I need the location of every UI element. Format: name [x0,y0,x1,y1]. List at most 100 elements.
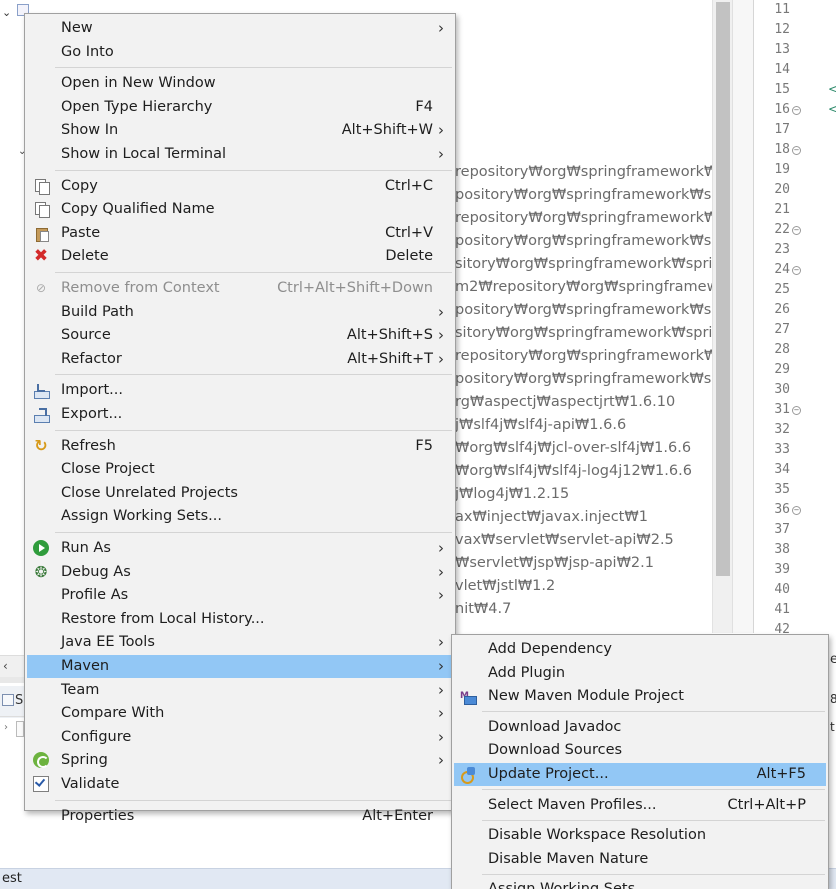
menu-item-validate[interactable]: Validate [27,773,453,796]
menu-item-copy-qualified-name[interactable]: Copy Qualified Name [27,198,453,221]
panel-divider[interactable] [0,677,24,683]
line-number: 15 [774,82,790,97]
menu-item-open-type-hierarchy[interactable]: Open Type Hierarchy F4 [27,96,453,119]
submenu-arrow-icon: › [438,586,444,605]
menu-separator [482,873,825,875]
classpath-line: pository₩org₩springframework₩sprin [455,233,712,249]
fold-toggle-icon[interactable]: − [792,506,801,515]
editor-vertical-scrollbar[interactable] [712,0,732,633]
line-number: 22 [774,222,790,237]
menu-item-restore-from-local-history[interactable]: Restore from Local History... [27,608,453,631]
classpath-line: sitory₩org₩springframework₩spring- [455,325,712,341]
horizontal-scrollbar[interactable]: ‹ [0,655,24,677]
expand-chevron-icon[interactable]: ⌄ [2,6,11,19]
menu-item-add-dependency[interactable]: Add Dependency [454,638,826,661]
menu-item-label: Assign Working Sets... [61,508,223,525]
submenu-arrow-icon: › [438,562,444,581]
menu-item-run-as[interactable]: Run As › [27,537,453,560]
menu-item-shortcut: F5 [415,437,433,454]
menu-item-label: New Maven Module Project [488,688,684,705]
menu-item-import[interactable]: Import... [27,379,453,402]
menu-item-assign-working-sets[interactable]: Assign Working Sets... [454,878,826,889]
menu-item-properties[interactable]: Properties Alt+Enter [27,805,453,828]
menu-item-maven[interactable]: Maven › [27,655,453,678]
menu-item-select-maven-profiles[interactable]: Select Maven Profiles... Ctrl+Alt+P [454,794,826,817]
menu-item-copy[interactable]: Copy Ctrl+C [27,175,453,198]
lower-panel-tab[interactable]: S [0,686,24,718]
menu-item-spring[interactable]: Spring › [27,749,453,772]
line-number: 17 [774,122,790,137]
menu-item-disable-maven-nature[interactable]: Disable Maven Nature [454,848,826,871]
fold-toggle-icon[interactable]: − [792,226,801,235]
status-text: est [2,871,22,886]
menu-item-export[interactable]: Export... [27,403,453,426]
menu-item-download-javadoc[interactable]: Download Javadoc [454,716,826,739]
scroll-left-icon[interactable]: ‹ [3,659,8,673]
fold-toggle-icon[interactable]: − [792,406,801,415]
menu-item-team[interactable]: Team › [27,679,453,702]
menu-item-go-into[interactable]: Go Into [27,41,453,64]
panel-control[interactable] [16,721,24,737]
fold-toggle-icon[interactable]: − [792,146,801,155]
menu-item-configure[interactable]: Configure › [27,726,453,749]
line-number: 34 [774,462,790,477]
fold-toggle-icon[interactable]: − [792,266,801,275]
menu-item-show-in-local-terminal[interactable]: Show in Local Terminal › [27,143,453,166]
menu-item-paste[interactable]: Paste Ctrl+V [27,222,453,245]
menu-item-label: Refresh [61,437,116,454]
line-number: 16 [774,102,790,117]
menu-item-label: Go Into [61,43,114,60]
menu-item-remove-from-context: ⊘ Remove from Context Ctrl+Alt+Shift+Down [27,277,453,300]
line-number: 20 [774,182,790,197]
menu-item-label: Disable Workspace Resolution [488,827,707,844]
lower-panel-tab-label: S [15,693,24,708]
menu-item-delete[interactable]: ✖ Delete Delete [27,245,453,268]
menu-item-build-path[interactable]: Build Path › [27,301,453,324]
refresh-icon: ↻ [34,435,48,455]
classpath-line: repository₩org₩springframework₩sp [455,164,712,180]
menu-item-new[interactable]: New › [27,17,453,40]
fold-toggle-icon[interactable]: − [792,106,801,115]
line-number: 13 [774,42,790,57]
tree-arrow-icon[interactable]: › [4,722,8,733]
editor-split-divider[interactable] [732,0,754,633]
menu-item-refactor[interactable]: Refactor Alt+Shift+T › [27,348,453,371]
menu-item-label: Import... [61,382,123,399]
submenu-arrow-icon: › [438,539,444,557]
menu-item-label: Close Project [61,461,155,478]
menu-item-label: Assign Working Sets... [488,881,649,889]
submenu-arrow-icon: › [438,751,444,770]
menu-item-add-plugin[interactable]: Add Plugin [454,662,826,685]
menu-item-assign-working-sets[interactable]: Assign Working Sets... [27,505,453,528]
menu-item-label: Configure [61,728,132,745]
menu-item-profile-as[interactable]: Profile As › [27,584,453,607]
menu-item-label: Refactor [61,350,122,367]
menu-item-disable-workspace-resolution[interactable]: Disable Workspace Resolution [454,824,826,847]
classpath-line: repository₩org₩springframework₩spr [455,210,712,226]
menu-item-close-unrelated-projects[interactable]: Close Unrelated Projects [27,482,453,505]
menu-item-compare-with[interactable]: Compare With › [27,702,453,725]
menu-item-label: Show In [61,122,119,139]
menu-item-new-maven-module-project[interactable]: M New Maven Module Project [454,685,826,708]
menu-item-download-sources[interactable]: Download Sources [454,739,826,762]
menu-separator [55,67,452,69]
menu-item-refresh[interactable]: ↻ Refresh F5 [27,435,453,458]
submenu-arrow-icon: › [438,19,444,37]
menu-item-close-project[interactable]: Close Project [27,458,453,481]
menu-item-java-ee-tools[interactable]: Java EE Tools › [27,631,453,654]
menu-item-update-project[interactable]: Update Project... Alt+F5 [454,763,826,786]
menu-item-debug-as[interactable]: ❂ Debug As › [27,561,453,584]
menu-item-source[interactable]: Source Alt+Shift+S › [27,324,453,347]
menu-item-show-in[interactable]: Show In Alt+Shift+W › [27,119,453,142]
scrollbar-thumb[interactable] [716,2,730,576]
line-number: 12 [774,22,790,37]
menu-item-shortcut: Alt+Shift+W [341,122,433,139]
menu-item-label: Debug As [61,563,131,580]
classpath-line: m2₩repository₩org₩springframework [455,279,712,295]
menu-item-label: Delete [61,248,109,265]
menu-item-open-in-new-window[interactable]: Open in New Window [27,72,453,95]
line-number: 18 [774,142,790,157]
line-number: 32 [774,422,790,437]
menu-item-label: Download Javadoc [488,718,622,735]
submenu-arrow-icon: › [438,121,444,140]
